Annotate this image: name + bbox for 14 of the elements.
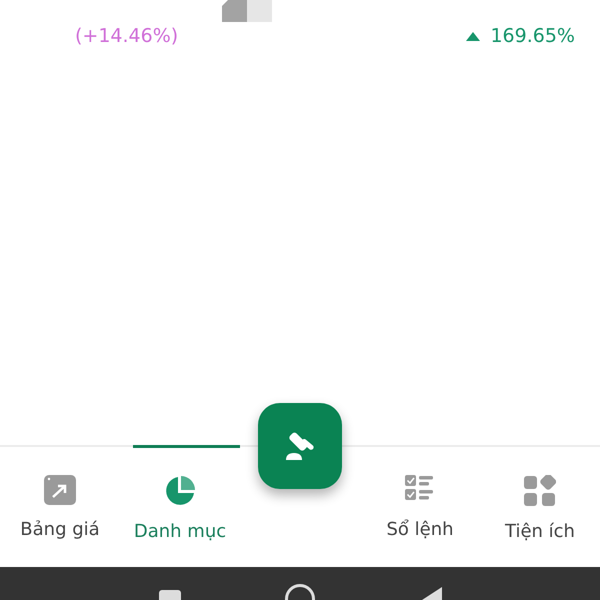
nav-tab[interactable]: Sổ lệnh (360, 447, 480, 567)
nav-tab[interactable]: Danh mục (120, 447, 240, 567)
partial-image-icon (222, 0, 272, 22)
total-return: 169.65% (490, 24, 575, 49)
recents-icon (159, 590, 181, 600)
chart-window-icon (44, 475, 76, 505)
up-triangle-icon (466, 32, 480, 41)
nav-tab[interactable]: Tiện ích (480, 447, 600, 567)
pie-chart-icon (164, 475, 196, 507)
change-percent: (+14.46%) (75, 24, 178, 49)
apps-grid-icon (524, 475, 556, 507)
order-fab[interactable] (258, 403, 342, 489)
nav-tab[interactable]: Bảng giá (0, 447, 120, 567)
gavel-icon (284, 430, 316, 462)
